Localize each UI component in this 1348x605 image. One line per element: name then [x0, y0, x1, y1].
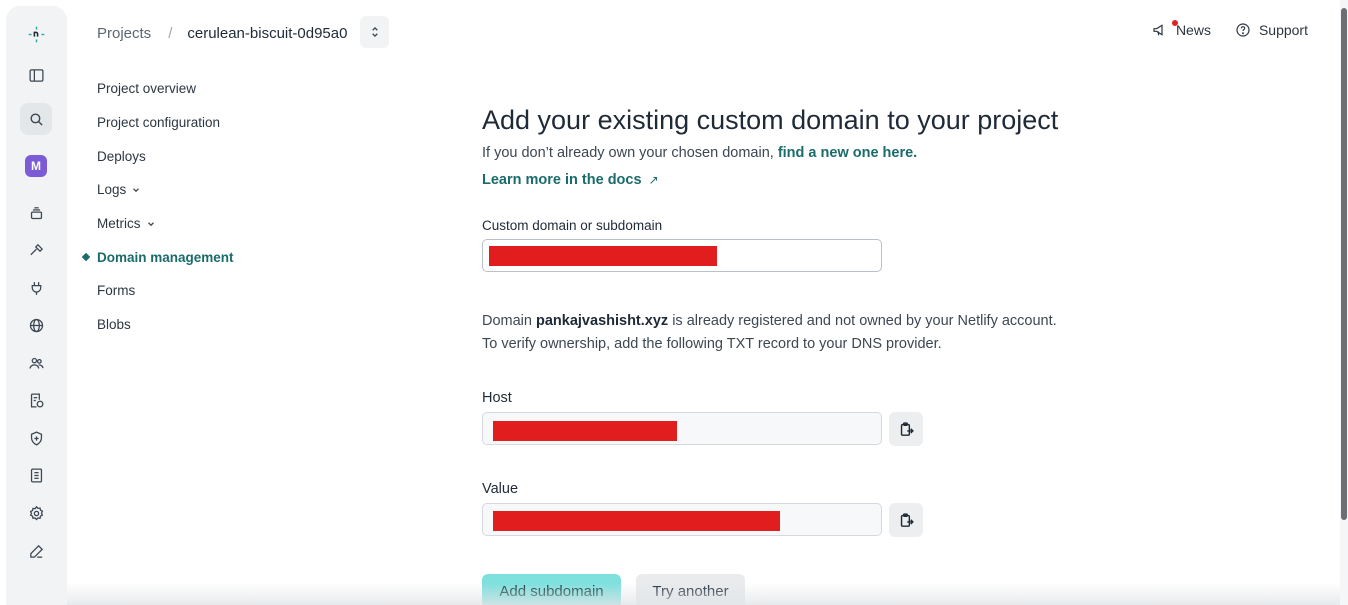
gear-icon[interactable] — [20, 497, 52, 529]
subnav-label: Metrics — [97, 216, 141, 232]
support-label: Support — [1258, 22, 1308, 38]
notice-prefix: Domain — [482, 313, 536, 329]
page-title: Add your existing custom domain to your … — [482, 105, 1059, 135]
copy-host-button[interactable] — [889, 412, 923, 446]
icon-rail: M — [6, 6, 67, 605]
users-icon[interactable] — [20, 347, 52, 379]
plug-icon[interactable] — [20, 272, 52, 304]
notice-domain: pankajvashisht.xyz — [536, 313, 669, 329]
find-domain-link[interactable]: find a new one here. — [778, 145, 917, 161]
subnav-label: Blobs — [97, 317, 131, 333]
chevron-down-icon — [133, 188, 140, 193]
redacted-value — [493, 421, 677, 441]
help-circle-icon — [1236, 23, 1250, 37]
value-field[interactable] — [482, 503, 882, 536]
subnav-metrics[interactable]: Metrics — [97, 207, 297, 241]
intro-text-body: If you don’t already own your chosen dom… — [482, 145, 778, 161]
clipboard-copy-icon — [900, 421, 914, 436]
subnav-label: Logs — [97, 182, 127, 198]
chevron-up-down-icon — [371, 27, 378, 37]
megaphone-icon — [1152, 20, 1178, 38]
ownership-notice-line2: To verify ownership, add the following T… — [482, 335, 942, 352]
chevron-down-icon — [147, 221, 154, 226]
docs-link[interactable]: Learn more in the docs ↗ — [482, 172, 659, 188]
globe-icon[interactable] — [20, 309, 52, 341]
header-links: News Support — [1128, 20, 1308, 38]
subnav-label: Project configuration — [97, 115, 221, 131]
ownership-notice-line1: Domain pankajvashisht.xyz is already reg… — [482, 310, 1302, 333]
breadcrumb: Projects / cerulean-biscuit-0d95a0 — [97, 22, 347, 44]
value-label: Value — [482, 481, 519, 497]
hammer-icon[interactable] — [20, 234, 52, 266]
subnav-label: Deploys — [97, 148, 146, 164]
subnav-project-overview[interactable]: Project overview — [97, 72, 297, 106]
support-link[interactable]: Support — [1235, 22, 1308, 38]
ownership-notice: Domain pankajvashisht.xyz is already reg… — [482, 310, 1302, 355]
search-icon[interactable] — [20, 103, 52, 135]
redacted-value — [489, 246, 717, 266]
layers-icon[interactable] — [20, 197, 52, 229]
subnav-label: Forms — [97, 283, 136, 299]
clipboard-copy-icon — [900, 512, 914, 527]
subnav-project-configuration[interactable]: Project configuration — [97, 106, 297, 140]
shield-icon[interactable] — [20, 422, 52, 454]
intro-text: If you don’t already own your chosen dom… — [482, 142, 1302, 164]
project-subnav: Project overview Project configuration D… — [81, 72, 297, 342]
external-link-icon: ↗ — [648, 173, 659, 187]
active-marker-icon — [81, 253, 91, 262]
subnav-blobs[interactable]: Blobs — [97, 308, 297, 342]
redacted-value — [493, 511, 780, 531]
subnav-label: Domain management — [97, 249, 234, 265]
subnav-logs[interactable]: Logs — [97, 173, 297, 207]
scrollbar-thumb[interactable] — [1341, 8, 1347, 520]
page-scrollbar[interactable] — [1340, 0, 1348, 605]
news-notification-dot — [1171, 20, 1178, 26]
docs-link-label: Learn more in the docs — [482, 172, 642, 188]
project-switcher-button[interactable] — [360, 16, 389, 48]
breadcrumb-project-name[interactable]: cerulean-biscuit-0d95a0 — [187, 25, 347, 42]
main-content: Add your existing custom domain to your … — [482, 100, 1302, 189]
host-field[interactable] — [482, 412, 882, 445]
breadcrumb-separator: / — [168, 24, 173, 42]
subnav-label: Project overview — [97, 81, 197, 97]
team-avatar-letter: M — [25, 155, 47, 177]
netlify-logo-icon[interactable] — [20, 18, 52, 50]
custom-domain-input[interactable] — [482, 239, 882, 272]
add-subdomain-button[interactable]: Add subdomain — [482, 574, 621, 605]
subnav-domain-management[interactable]: Domain management — [81, 240, 297, 274]
subnav-forms[interactable]: Forms — [97, 274, 297, 308]
news-label: News — [1175, 22, 1211, 38]
breadcrumb-projects-link[interactable]: Projects — [97, 25, 151, 42]
copy-value-button[interactable] — [889, 503, 923, 537]
host-label: Host — [482, 390, 512, 406]
pen-icon[interactable] — [20, 535, 52, 567]
news-link[interactable]: News — [1152, 20, 1211, 38]
try-another-button[interactable]: Try another — [636, 574, 745, 605]
billing-icon[interactable] — [20, 384, 52, 416]
notice-suffix: is already registered and not owned by y… — [668, 313, 1057, 329]
sidebar-toggle-icon[interactable] — [20, 59, 52, 91]
book-icon[interactable] — [20, 459, 52, 491]
domain-field-label: Custom domain or subdomain — [482, 218, 663, 233]
subnav-deploys[interactable]: Deploys — [97, 139, 297, 173]
team-avatar[interactable]: M — [20, 150, 52, 182]
